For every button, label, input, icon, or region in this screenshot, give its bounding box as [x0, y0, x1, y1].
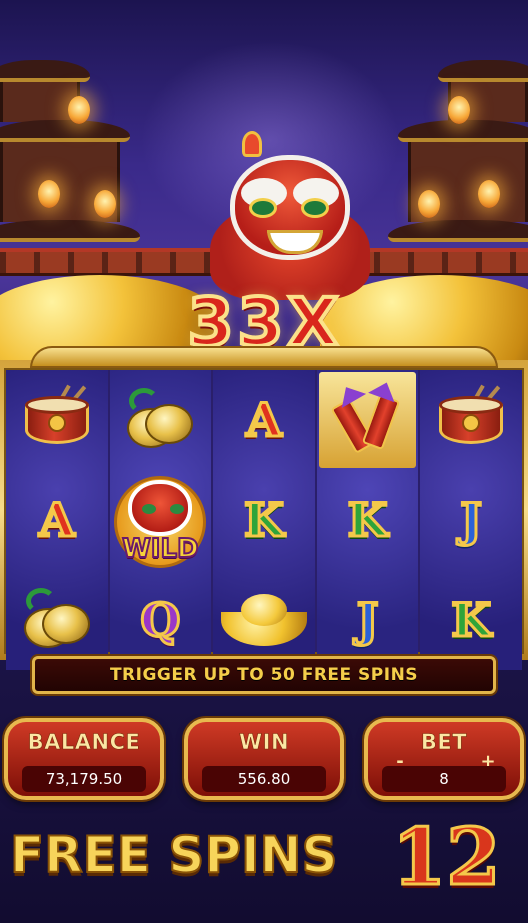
symbol-wild: WILD [110, 470, 212, 570]
bet-panel: BET - + 8 [364, 718, 524, 800]
letter-a-symbol: A [37, 493, 76, 547]
game-scene: 33X A WILD Q A K K J J K TRIGGER UP TO 50 FREE S… [0, 0, 528, 923]
lantern-icon [418, 190, 440, 218]
wild-label: WILD [121, 533, 200, 565]
symbol-cymbal [110, 370, 212, 470]
letter-k-symbol: K [450, 593, 493, 647]
letter-j-symbol: J [355, 593, 380, 647]
letter-a-symbol: A [245, 393, 284, 447]
symbol-j: J [317, 570, 419, 670]
bet-value: 8 [382, 766, 506, 792]
win-value: 556.80 [202, 766, 326, 792]
symbol-drum [6, 370, 108, 470]
symbol-cymbal [6, 570, 108, 670]
symbol-a: A [213, 370, 315, 470]
letter-j-symbol: J [459, 493, 484, 547]
cymbal-icon [22, 588, 92, 652]
balance-value: 73,179.50 [22, 766, 146, 792]
drum-icon [435, 384, 507, 450]
symbol-k: K [317, 470, 419, 570]
symbol-k: K [213, 470, 315, 570]
letter-q-symbol: Q [139, 593, 182, 647]
symbol-k: K [420, 570, 522, 670]
lantern-icon [38, 180, 60, 208]
balance-panel: BALANCE 73,179.50 [4, 718, 164, 800]
symbol-a: A [6, 470, 108, 570]
free-spins-count: 12 [391, 811, 503, 905]
balance-label: BALANCE [27, 730, 141, 755]
pagoda-left [0, 40, 140, 270]
reel-1: A [6, 370, 108, 670]
wild-lion-icon: WILD [112, 470, 208, 570]
lantern-icon [448, 96, 470, 124]
symbol-gold-ingot [213, 570, 315, 670]
symbol-q: Q [110, 570, 212, 670]
letter-k-symbol: K [243, 493, 286, 547]
banner-text: TRIGGER UP TO 50 FREE SPINS [109, 665, 419, 685]
lantern-icon [478, 180, 500, 208]
reel-5: JK [420, 370, 522, 670]
cymbal-icon [125, 388, 195, 452]
lantern-icon [68, 96, 90, 124]
reel-frame: A WILD Q A K K J J K [0, 346, 528, 670]
letter-k-symbol: K [346, 493, 389, 547]
reel-3: AK [213, 370, 315, 670]
lantern-icon [94, 190, 116, 218]
symbol-j: J [420, 470, 522, 570]
win-panel: WIN 556.80 [184, 718, 344, 800]
reel-grid: A WILD Q A K K J J K [4, 368, 524, 670]
drum-icon [21, 384, 93, 450]
gold-ingot-icon [220, 592, 307, 648]
pagoda-right [388, 40, 528, 270]
lion-dance-head [190, 131, 390, 300]
symbol-drum [420, 370, 522, 470]
bet-label: BET [420, 730, 468, 755]
frame-ornament [30, 346, 498, 368]
symbol-firecracker [318, 372, 417, 468]
free-spins-label: FREE SPINS [9, 825, 338, 885]
win-label: WIN [238, 730, 290, 755]
free-spins-banner: TRIGGER UP TO 50 FREE SPINS [32, 656, 496, 694]
reel-2: WILD Q [109, 370, 212, 670]
firecracker-icon [328, 377, 408, 458]
reel-4: KJ [316, 370, 419, 670]
